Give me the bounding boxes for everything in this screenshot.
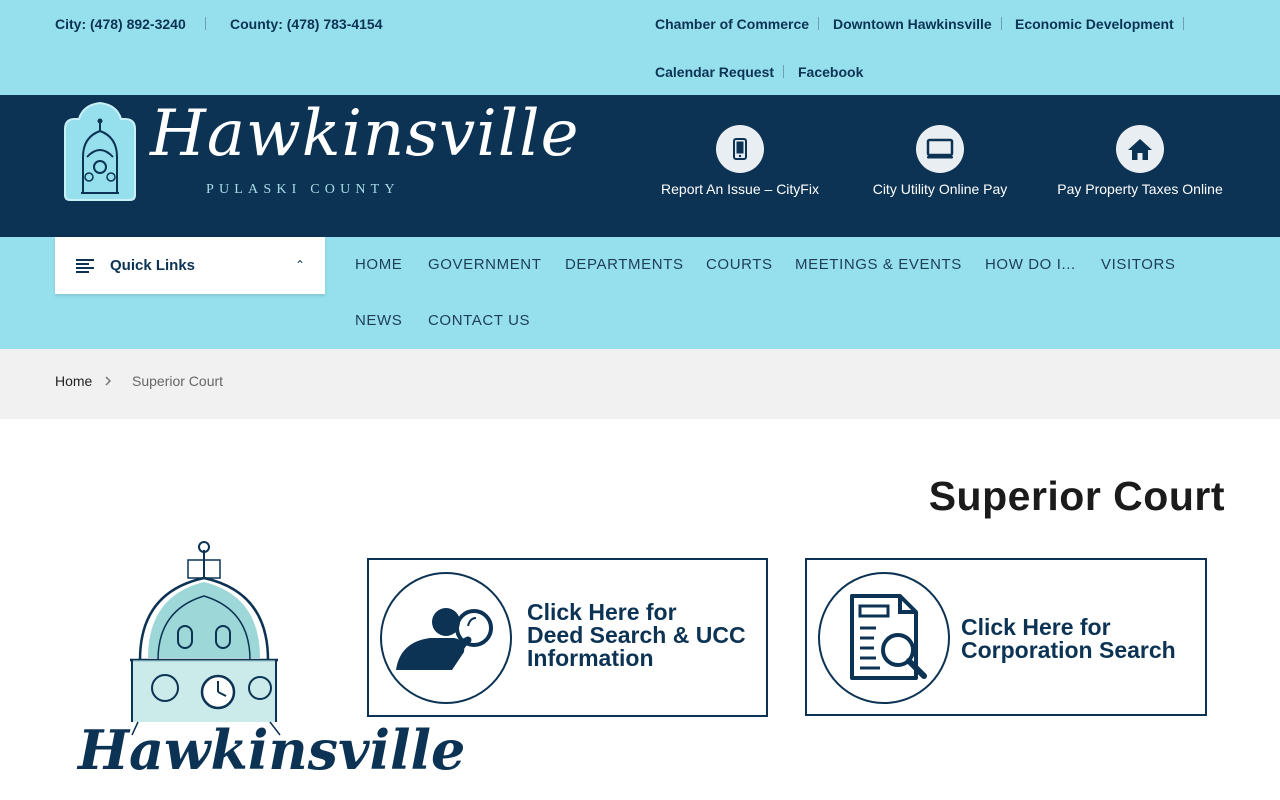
divider	[783, 65, 784, 78]
report-issue-cityfix-button[interactable]: Report An Issue – CityFix	[645, 125, 835, 197]
chevron-up-icon: ⌃	[295, 258, 306, 272]
card-title-line-1: Click Here for	[527, 599, 677, 625]
divider	[818, 17, 819, 30]
mobile-phone-icon	[716, 125, 764, 173]
deed-search-ucc-card[interactable]: Click Here for Deed Search & UCC Informa…	[367, 558, 768, 717]
document-search-icon	[818, 572, 950, 704]
card-title-line-3: Information	[527, 645, 654, 671]
card-title-line-2: Deed Search & UCC	[527, 622, 746, 648]
home-icon	[1116, 125, 1164, 173]
nav-item-how-do-i[interactable]: HOW DO I...	[985, 256, 1076, 273]
quick-action-label: Report An Issue – CityFix	[661, 181, 819, 197]
nav-item-government[interactable]: GOVERNMENT	[428, 256, 542, 273]
nav-item-home[interactable]: HOME	[355, 256, 402, 273]
monitor-icon	[916, 125, 964, 173]
courthouse-dome-logo-icon[interactable]	[57, 101, 143, 202]
link-chamber-of-commerce[interactable]: Chamber of Commerce	[655, 16, 809, 32]
divider	[205, 17, 206, 30]
divider	[1183, 17, 1184, 30]
nav-item-departments[interactable]: DEPARTMENTS	[565, 256, 684, 273]
breadcrumb-home-link[interactable]: Home	[55, 373, 92, 389]
logo-wordmark-large: Hawkinsville	[78, 718, 466, 782]
link-facebook[interactable]: Facebook	[798, 64, 863, 80]
utility-bar: City: (478) 892-3240 County: (478) 783-4…	[0, 0, 1280, 95]
link-downtown-hawkinsville[interactable]: Downtown Hawkinsville	[833, 16, 992, 32]
logo-subtitle: PULASKI COUNTY	[206, 182, 400, 197]
city-phone[interactable]: City: (478) 892-3240	[55, 16, 186, 32]
quick-action-label: City Utility Online Pay	[872, 181, 1008, 197]
divider	[1001, 17, 1002, 30]
link-calendar-request[interactable]: Calendar Request	[655, 64, 774, 80]
county-phone[interactable]: County: (478) 783-4154	[230, 16, 383, 32]
nav-item-visitors[interactable]: VISITORS	[1101, 256, 1176, 273]
breadcrumb: Home Superior Court	[0, 349, 1280, 419]
site-header: Hawkinsville PULASKI COUNTY Report An Is…	[0, 95, 1280, 237]
card-title-line-2: Corporation Search	[961, 637, 1176, 663]
main-navigation: Quick Links ⌃ HOME GOVERNMENT DEPARTMENT…	[0, 237, 1280, 349]
quick-links-toggle[interactable]: Quick Links ⌃	[55, 237, 325, 294]
breadcrumb-current: Superior Court	[132, 373, 224, 389]
nav-item-news[interactable]: NEWS	[355, 312, 402, 329]
pay-property-taxes-button[interactable]: Pay Property Taxes Online	[1045, 125, 1235, 197]
nav-item-contact-us[interactable]: CONTACT US	[428, 312, 530, 329]
nav-item-courts[interactable]: COURTS	[706, 256, 773, 273]
quick-links-label: Quick Links	[110, 257, 196, 274]
utility-online-pay-button[interactable]: City Utility Online Pay	[845, 125, 1035, 197]
nav-item-meetings-events[interactable]: MEETINGS & EVENTS	[795, 256, 962, 273]
chevron-right-icon	[105, 376, 112, 386]
quick-action-label: Pay Property Taxes Online	[1057, 181, 1223, 197]
list-icon	[76, 259, 94, 273]
link-economic-development[interactable]: Economic Development	[1015, 16, 1174, 32]
deed-search-person-icon	[380, 572, 512, 704]
logo-wordmark[interactable]: Hawkinsville	[150, 97, 580, 171]
card-title-line-1: Click Here for	[961, 614, 1111, 640]
corporation-search-card[interactable]: Click Here for Corporation Search	[805, 558, 1207, 716]
page-title: Superior Court	[928, 473, 1225, 519]
